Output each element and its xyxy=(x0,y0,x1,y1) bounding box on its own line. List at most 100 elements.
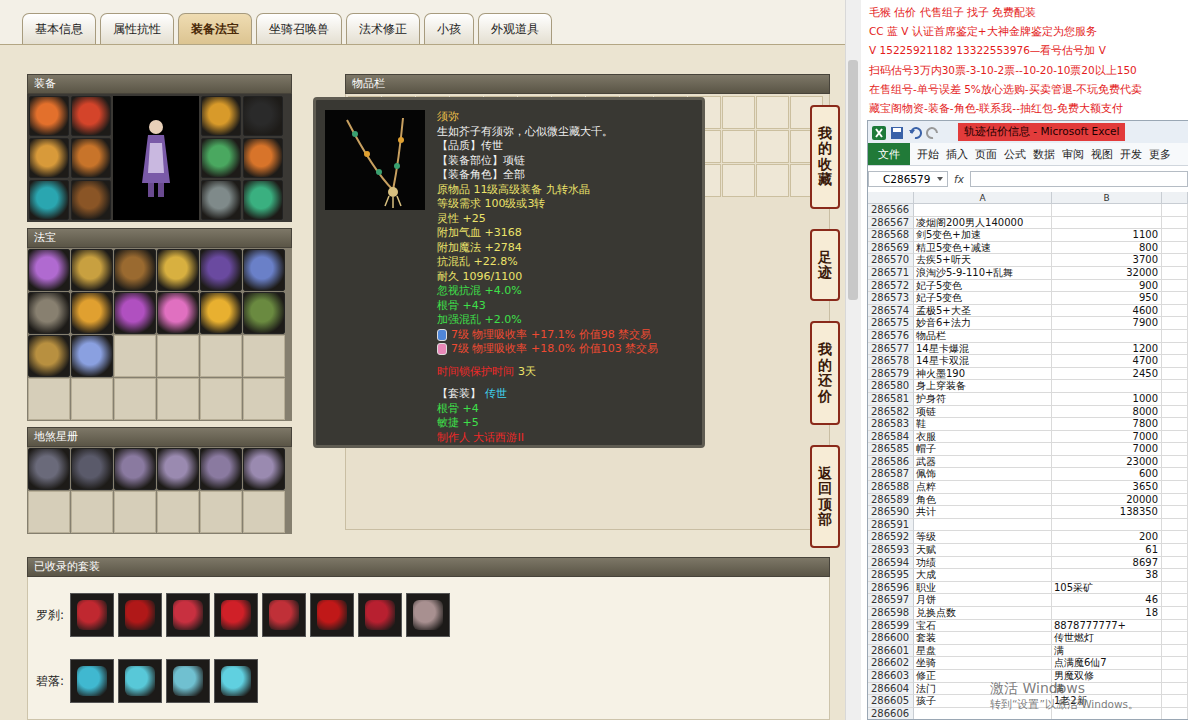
cell[interactable] xyxy=(1162,380,1188,393)
set-item-icon[interactable] xyxy=(214,593,258,637)
cell[interactable]: 7900 xyxy=(1052,317,1162,330)
row-header[interactable]: 286568 xyxy=(868,229,914,242)
cell[interactable]: 精卫5变色+减速 xyxy=(914,242,1052,255)
set-item-icon[interactable] xyxy=(358,593,402,637)
cell[interactable] xyxy=(1052,380,1162,393)
cell[interactable]: 105采矿 xyxy=(1052,582,1162,595)
set-item-icon[interactable] xyxy=(406,593,450,637)
cell[interactable]: 项链 xyxy=(914,406,1052,419)
tab[interactable]: 基本信息 xyxy=(22,13,96,44)
cell[interactable] xyxy=(1162,582,1188,595)
equipment-icon[interactable] xyxy=(29,96,69,136)
cell[interactable]: 7000 xyxy=(1052,431,1162,444)
treasure-icon[interactable] xyxy=(243,292,285,334)
equipment-icon[interactable] xyxy=(201,180,241,220)
equipment-icon[interactable] xyxy=(29,180,69,220)
row-header[interactable]: 286600 xyxy=(868,632,914,645)
star-card-icon[interactable] xyxy=(157,448,199,490)
cell[interactable]: 法门 xyxy=(914,683,1052,696)
cell[interactable]: 套装 xyxy=(914,632,1052,645)
cell[interactable] xyxy=(1162,695,1188,708)
cell[interactable]: 剑5变色+加速 xyxy=(914,229,1052,242)
cell[interactable] xyxy=(1052,519,1162,532)
ribbon-tab[interactable]: 开发 xyxy=(1120,147,1142,162)
treasure-icon[interactable] xyxy=(157,292,199,334)
tab[interactable]: 装备法宝 xyxy=(178,13,252,44)
cell[interactable] xyxy=(1162,569,1188,582)
tab[interactable]: 法术修正 xyxy=(346,13,420,44)
cell[interactable]: 14星卡双混 xyxy=(914,355,1052,368)
row-header[interactable]: 286589 xyxy=(868,494,914,507)
cell[interactable]: 修正 xyxy=(914,670,1052,683)
cell[interactable] xyxy=(1162,305,1188,318)
cell[interactable]: 8878777777+ xyxy=(1052,620,1162,633)
cell[interactable]: 3700 xyxy=(1052,254,1162,267)
row-header[interactable]: 286575 xyxy=(868,317,914,330)
cell[interactable]: 护身符 xyxy=(914,393,1052,406)
cell[interactable] xyxy=(1162,594,1188,607)
cell[interactable] xyxy=(1162,557,1188,570)
cell[interactable]: 14星卡爆混 xyxy=(914,343,1052,356)
file-button[interactable]: 文件 xyxy=(868,143,910,165)
cell[interactable] xyxy=(1162,229,1188,242)
cell[interactable]: 200 xyxy=(1052,531,1162,544)
row-header[interactable]: 286583 xyxy=(868,418,914,431)
star-card-icon[interactable] xyxy=(200,448,242,490)
side-button[interactable]: 返回顶部 xyxy=(810,445,840,549)
row-header[interactable]: 286596 xyxy=(868,582,914,595)
cell[interactable] xyxy=(1162,670,1188,683)
cell[interactable] xyxy=(1052,330,1162,343)
cell[interactable] xyxy=(1162,406,1188,419)
treasure-icon[interactable] xyxy=(157,249,199,291)
cell[interactable] xyxy=(1162,368,1188,381)
equipment-icon[interactable] xyxy=(71,96,111,136)
cell[interactable]: 7800 xyxy=(1052,418,1162,431)
treasure-icon[interactable] xyxy=(200,249,242,291)
cell[interactable]: 1200 xyxy=(1052,343,1162,356)
treasure-icon[interactable] xyxy=(28,249,70,291)
ribbon-tab[interactable]: 开始 xyxy=(917,147,939,162)
column-header[interactable]: B xyxy=(1052,192,1162,204)
page-scrollbar[interactable] xyxy=(845,0,861,720)
treasure-icon[interactable] xyxy=(114,292,156,334)
equipment-icon[interactable] xyxy=(243,138,283,178)
cell[interactable] xyxy=(1162,217,1188,230)
cell[interactable]: 功绩 xyxy=(914,557,1052,570)
tab[interactable]: 外观道具 xyxy=(478,13,552,44)
side-button[interactable]: 我的还价 xyxy=(810,321,840,425)
tab[interactable]: 小孩 xyxy=(424,13,474,44)
ribbon-tab[interactable]: 数据 xyxy=(1033,147,1055,162)
set-item-icon[interactable] xyxy=(166,593,210,637)
cell[interactable]: 8000 xyxy=(1052,406,1162,419)
cell[interactable]: 共计 xyxy=(914,506,1052,519)
row-header[interactable]: 286580 xyxy=(868,380,914,393)
cell[interactable]: 星盘 xyxy=(914,645,1052,658)
cell[interactable]: 950 xyxy=(1052,292,1162,305)
treasure-icon[interactable] xyxy=(71,335,113,377)
treasure-icon[interactable] xyxy=(71,249,113,291)
row-header[interactable]: 286574 xyxy=(868,305,914,318)
row-header[interactable]: 286603 xyxy=(868,670,914,683)
cell[interactable]: 大成 xyxy=(914,569,1052,582)
row-header[interactable]: 286572 xyxy=(868,280,914,293)
row-header[interactable]: 286590 xyxy=(868,506,914,519)
cell[interactable]: 佩饰 xyxy=(914,468,1052,481)
equipment-icon[interactable] xyxy=(201,138,241,178)
cell[interactable] xyxy=(1162,632,1188,645)
cell[interactable] xyxy=(1162,431,1188,444)
cell[interactable]: 7000 xyxy=(1052,443,1162,456)
row-header[interactable]: 286579 xyxy=(868,368,914,381)
cell[interactable] xyxy=(1162,418,1188,431)
row-header[interactable]: 286576 xyxy=(868,330,914,343)
cell[interactable]: 凌烟阁200男人140000 xyxy=(914,217,1052,230)
row-header[interactable]: 286587 xyxy=(868,468,914,481)
cell[interactable]: 天赋 xyxy=(914,544,1052,557)
cell[interactable] xyxy=(1052,204,1162,217)
row-header[interactable]: 286577 xyxy=(868,343,914,356)
cell[interactable] xyxy=(914,204,1052,217)
row-header[interactable]: 286569 xyxy=(868,242,914,255)
cell[interactable]: 20000 xyxy=(1052,494,1162,507)
cell[interactable]: 神火墨190 xyxy=(914,368,1052,381)
cell[interactable]: 2450 xyxy=(1052,368,1162,381)
row-header[interactable]: 286581 xyxy=(868,393,914,406)
